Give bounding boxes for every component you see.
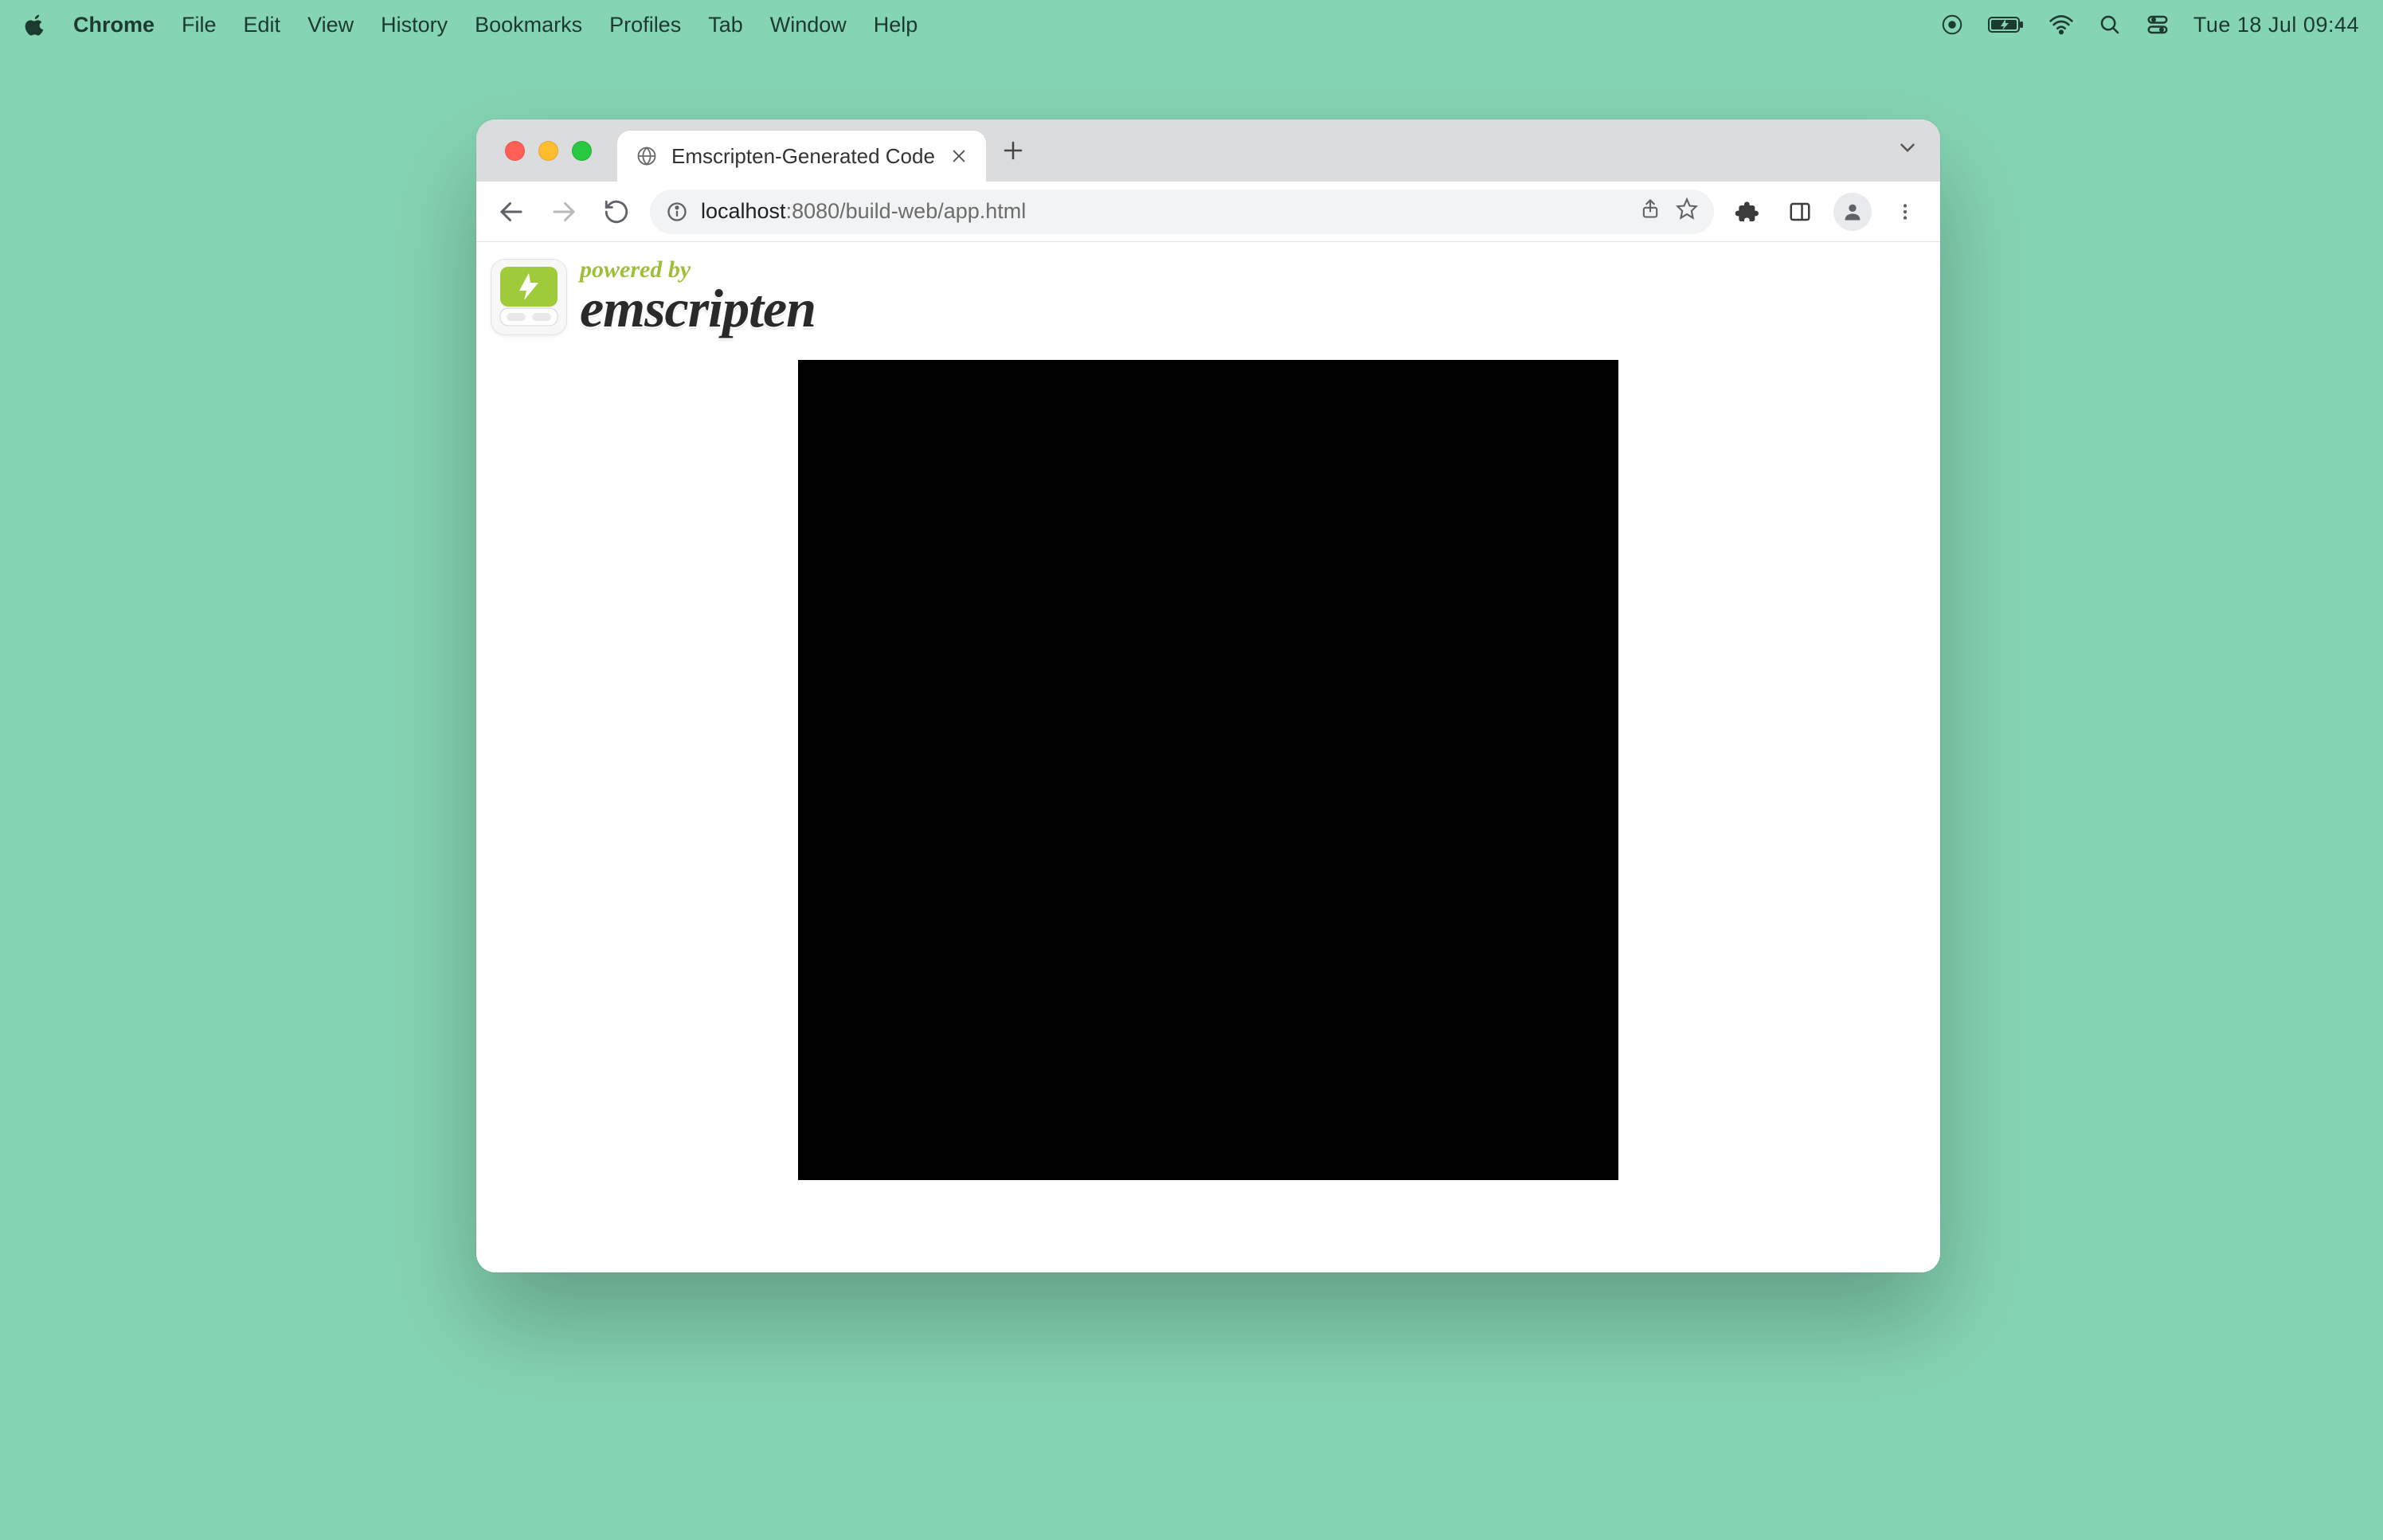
battery-icon[interactable] <box>1988 15 2025 34</box>
omnibox-actions <box>1639 197 1698 225</box>
menubar-clock[interactable]: Tue 18 Jul 09:44 <box>2193 13 2359 37</box>
tab-close-icon[interactable] <box>948 145 970 167</box>
screen-record-icon[interactable] <box>1940 13 1964 37</box>
url-path: :8080/build-web/app.html <box>786 199 1027 223</box>
bookmark-star-icon[interactable] <box>1676 197 1698 225</box>
emscripten-logo-icon <box>491 259 567 335</box>
url-host: localhost <box>701 199 786 223</box>
menu-edit[interactable]: Edit <box>244 13 281 37</box>
tab-title: Emscripten-Generated Code <box>671 144 935 169</box>
address-bar[interactable]: localhost:8080/build-web/app.html <box>650 190 1714 234</box>
emscripten-header: powered by emscripten <box>476 242 1940 340</box>
emscripten-brand: emscripten <box>580 277 816 340</box>
menu-history[interactable]: History <box>381 13 448 37</box>
menu-window[interactable]: Window <box>770 13 847 37</box>
menu-help[interactable]: Help <box>874 13 918 37</box>
menubar-app-name[interactable]: Chrome <box>73 13 155 37</box>
window-controls <box>491 141 606 161</box>
address-bar-url: localhost:8080/build-web/app.html <box>701 199 1026 224</box>
chrome-menu-icon[interactable] <box>1886 193 1924 231</box>
wifi-icon[interactable] <box>2048 12 2074 37</box>
chrome-tabstrip: Emscripten-Generated Code <box>476 119 1940 182</box>
chrome-window: Emscripten-Generated Code localho <box>476 119 1940 1272</box>
share-icon[interactable] <box>1639 197 1661 225</box>
menu-view[interactable]: View <box>307 13 354 37</box>
menubar-right: Tue 18 Jul 09:44 <box>1940 12 2359 37</box>
profile-avatar-icon[interactable] <box>1833 193 1872 231</box>
window-zoom-button[interactable] <box>572 141 592 161</box>
tab-overflow-button[interactable] <box>1896 136 1919 166</box>
spotlight-icon[interactable] <box>2098 13 2122 37</box>
nav-back-button[interactable] <box>492 193 530 231</box>
webgl-canvas[interactable]: x="0" y="0" width="100" height="100" fil… <box>798 360 1618 1180</box>
chrome-toolbar: localhost:8080/build-web/app.html <box>476 182 1940 242</box>
control-center-icon[interactable] <box>2146 13 2170 37</box>
side-panel-icon[interactable] <box>1781 193 1819 231</box>
site-info-icon[interactable] <box>666 201 688 223</box>
menu-file[interactable]: File <box>182 13 217 37</box>
menu-bookmarks[interactable]: Bookmarks <box>475 13 582 37</box>
apple-logo-icon[interactable] <box>24 14 46 36</box>
extensions-icon[interactable] <box>1728 193 1767 231</box>
window-close-button[interactable] <box>505 141 525 161</box>
page-content: powered by emscripten x="0" y="0" width=… <box>476 242 1940 1272</box>
globe-icon <box>635 144 659 168</box>
menubar-left: Chrome File Edit View History Bookmarks … <box>24 13 918 37</box>
menu-profiles[interactable]: Profiles <box>609 13 681 37</box>
window-minimize-button[interactable] <box>538 141 558 161</box>
nav-forward-button[interactable] <box>545 193 583 231</box>
menu-tab[interactable]: Tab <box>708 13 743 37</box>
macos-menubar: Chrome File Edit View History Bookmarks … <box>0 0 2383 49</box>
emscripten-title: powered by emscripten <box>580 253 816 340</box>
new-tab-button[interactable] <box>996 133 1031 168</box>
browser-tab-active[interactable]: Emscripten-Generated Code <box>617 131 986 182</box>
nav-reload-button[interactable] <box>597 193 636 231</box>
